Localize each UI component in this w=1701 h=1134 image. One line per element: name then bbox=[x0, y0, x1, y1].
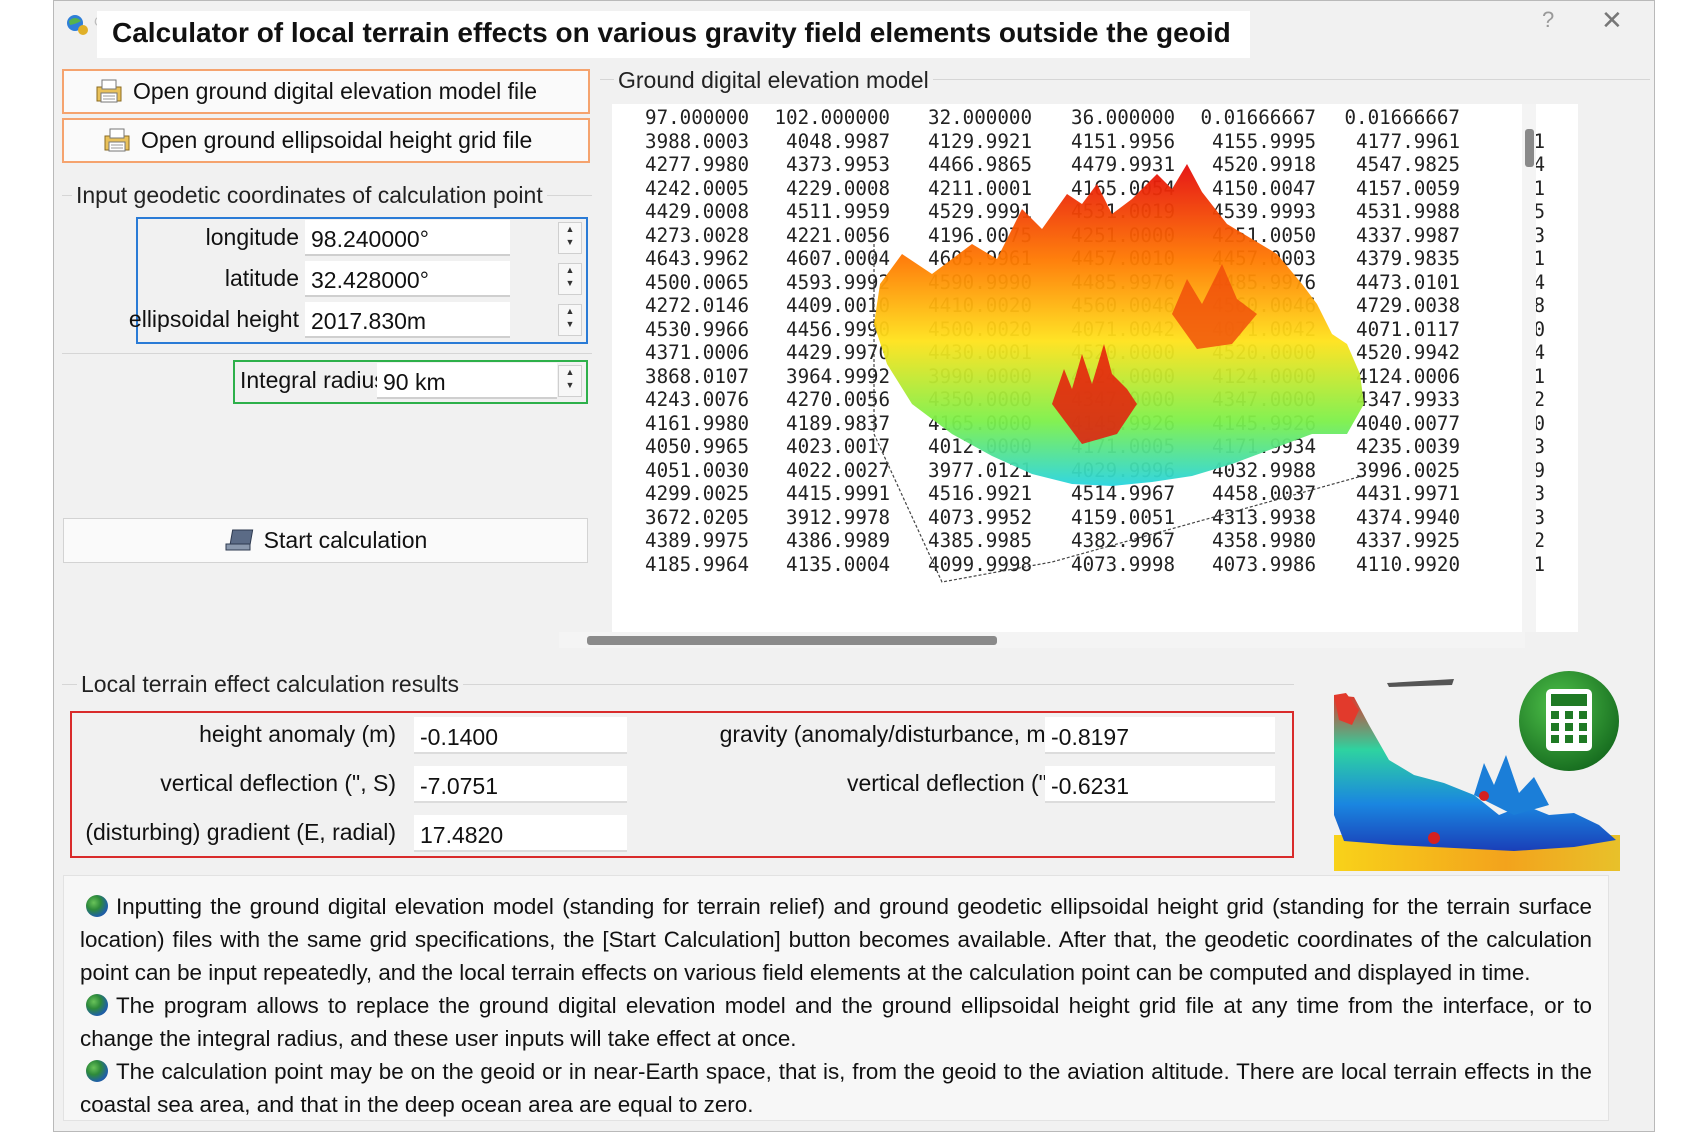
main-window: Calculator of local terrain effects on v… bbox=[53, 0, 1655, 1132]
integral-radius-spinner[interactable]: ▲ ▼ bbox=[558, 365, 582, 397]
note-text: Inputting the ground digital elevation m… bbox=[80, 894, 1592, 985]
radius-frame bbox=[62, 353, 592, 354]
start-calculation-label: Start calculation bbox=[263, 527, 428, 553]
terrain-3d-illustration bbox=[873, 164, 1364, 583]
dem-horizontal-thumb[interactable] bbox=[587, 636, 997, 645]
ellipsoidal-height-spinner[interactable]: ▲ ▼ bbox=[558, 304, 582, 336]
computer-icon bbox=[225, 529, 253, 550]
gravity-label: gravity (anomaly/disturbance, mGal) bbox=[719, 721, 1089, 747]
vertical-deflection-s-value: -7.0751 bbox=[414, 766, 627, 803]
note-text: The calculation point may be on the geoi… bbox=[80, 1059, 1592, 1117]
open-ellipsoidal-file-button[interactable]: Open ground ellipsoidal height grid file bbox=[62, 118, 590, 163]
globe-icon bbox=[86, 1060, 108, 1082]
info-notes: Inputting the ground digital elevation m… bbox=[63, 875, 1609, 1121]
gravity-value: -0.8197 bbox=[1045, 717, 1275, 754]
printer-folder-icon bbox=[104, 128, 130, 151]
page-title: Calculator of local terrain effects on v… bbox=[112, 17, 1231, 48]
input-section-title: Input geodetic coordinates of calculatio… bbox=[72, 182, 547, 209]
open-dem-label: Open ground digital elevation model file bbox=[133, 78, 538, 104]
note-item: The program allows to replace the ground… bbox=[80, 989, 1592, 1055]
vertical-deflection-s-label: vertical deflection (", S) bbox=[160, 770, 396, 796]
globe-icon bbox=[86, 994, 108, 1016]
printer-folder-icon bbox=[96, 79, 122, 102]
close-button[interactable]: ✕ bbox=[1601, 5, 1623, 36]
start-calculation-button[interactable]: Start calculation bbox=[63, 518, 588, 563]
results-section-title: Local terrain effect calculation results bbox=[77, 671, 463, 698]
note-text: The program allows to replace the ground… bbox=[80, 993, 1592, 1051]
vertical-deflection-w-value: -0.6231 bbox=[1045, 766, 1275, 803]
terrain-calculator-illustration bbox=[1334, 671, 1620, 871]
integral-radius-input[interactable]: 90 km bbox=[377, 363, 557, 399]
longitude-spinner[interactable]: ▲ ▼ bbox=[558, 222, 582, 254]
vertical-deflection-w-label: vertical deflection (", W) bbox=[846, 770, 1089, 796]
open-ellipsoidal-label: Open ground ellipsoidal height grid file bbox=[141, 127, 533, 153]
latitude-label: latitude bbox=[224, 265, 299, 291]
ellipsoidal-height-input[interactable]: 2017.830m bbox=[305, 302, 510, 338]
latitude-input[interactable]: 32.428000° bbox=[305, 261, 510, 297]
globe-icon bbox=[86, 895, 108, 917]
ellipsoidal-height-label: ellipsoidal height bbox=[128, 306, 299, 332]
help-button[interactable]: ? bbox=[1542, 7, 1554, 33]
gradient-label: (disturbing) gradient (E, radial) bbox=[85, 819, 396, 845]
dem-vertical-scrollbar[interactable] bbox=[1522, 104, 1536, 632]
height-anomaly-value: -0.1400 bbox=[414, 717, 627, 754]
gradient-value: 17.4820 bbox=[414, 815, 627, 852]
longitude-label: longitude bbox=[205, 224, 299, 250]
dem-data-view[interactable]: 97.000000 102.000000 32.000000 36.000000 0.0… bbox=[612, 104, 1578, 632]
dem-horizontal-scrollbar[interactable] bbox=[559, 632, 1525, 648]
app-globe-icon[interactable] bbox=[64, 11, 90, 37]
dem-section-title: Ground digital elevation model bbox=[614, 67, 933, 94]
longitude-input[interactable]: 98.240000° bbox=[305, 220, 510, 256]
note-item: The calculation point may be on the geoi… bbox=[80, 1055, 1592, 1121]
height-anomaly-label: height anomaly (m) bbox=[199, 721, 396, 747]
note-item: Inputting the ground digital elevation m… bbox=[80, 890, 1592, 989]
dem-vertical-thumb[interactable] bbox=[1525, 129, 1534, 167]
open-dem-file-button[interactable]: Open ground digital elevation model file bbox=[62, 69, 590, 114]
integral-radius-label: Integral radius bbox=[240, 367, 386, 393]
latitude-spinner[interactable]: ▲ ▼ bbox=[558, 263, 582, 295]
